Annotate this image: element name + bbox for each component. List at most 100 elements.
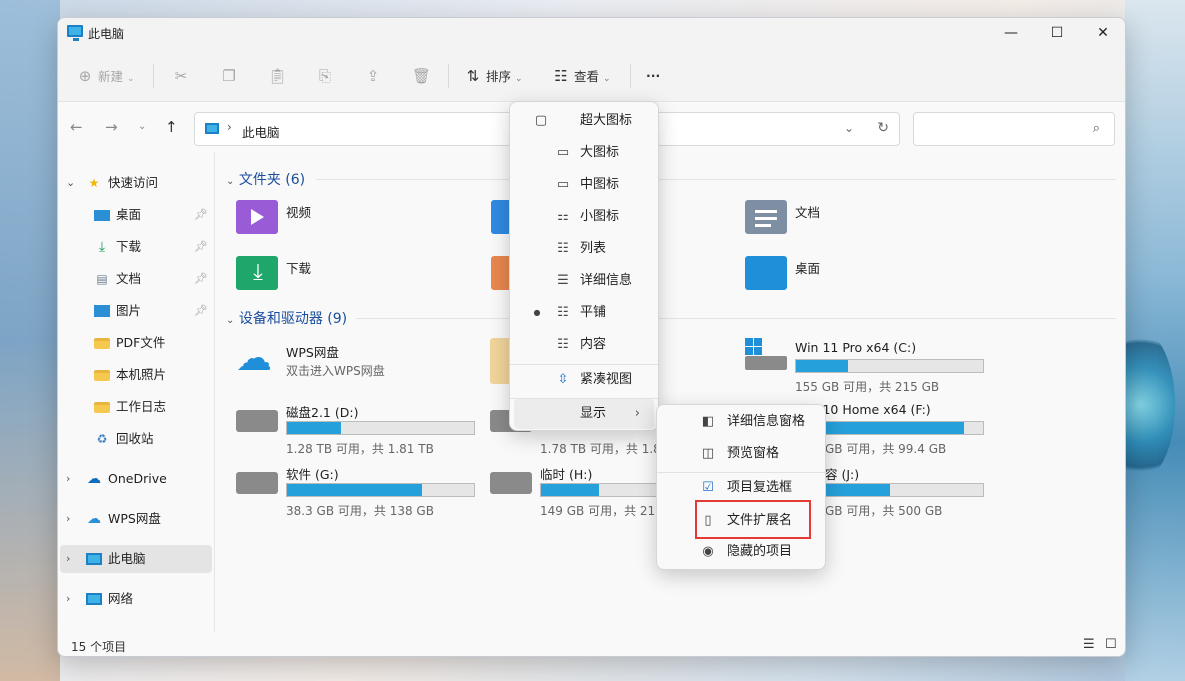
pin-icon[interactable]: 📌︎ <box>194 297 208 325</box>
sidebar-item-onedrive[interactable]: › ☁ OneDrive <box>58 465 214 493</box>
sidebar-item-documents[interactable]: ▤ 文档 📌︎ <box>58 265 214 293</box>
drive-tile-wps[interactable]: ☁ WPS网盘 双击进入WPS网盘 <box>236 338 476 390</box>
drive-free-space: 38.3 GB 可用，共 138 GB <box>286 504 434 518</box>
delete-button[interactable]: 🗑︎ <box>412 62 431 90</box>
chevron-right-icon[interactable]: › <box>66 585 70 613</box>
chevron-right-icon[interactable]: › <box>66 465 70 493</box>
sidebar-item-desktop[interactable]: 桌面 📌︎ <box>58 201 214 229</box>
sidebar-item-wps-drive[interactable]: › ☁ WPS网盘 <box>58 505 214 533</box>
drive-name: Win 11 Pro x64 (C:) <box>795 340 917 355</box>
chevron-down-icon[interactable]: ⌄ <box>844 121 854 135</box>
menu-item-label: 中图标 <box>580 177 620 192</box>
menu-item-compact-view[interactable]: ⇳ 紧凑视图 <box>514 365 654 395</box>
folder-tile-downloads[interactable]: ⤓ 下载 <box>236 256 436 308</box>
drive-tile-h[interactable]: 临时 (H:) 149 GB 可用，共 215 <box>490 462 670 518</box>
item-count: 15 个项目 <box>71 640 127 654</box>
folder-name: 桌面 <box>795 261 821 276</box>
chevron-down-icon[interactable]: ⌄ <box>226 315 234 326</box>
menu-item-small-icons[interactable]: ⚏ 小图标 <box>514 202 654 232</box>
drive-tile-d[interactable]: 磁盘2.1 (D:) 1.28 TB 可用，共 1.81 TB <box>236 400 496 456</box>
window-title: 此电脑 <box>88 27 125 41</box>
minimize-button[interactable]: — <box>988 18 1034 48</box>
menu-item-list[interactable]: ☷ 列表 <box>514 234 654 264</box>
sidebar-item-network[interactable]: › 网络 <box>58 585 214 613</box>
details-view-icon[interactable]: ☰ <box>1083 637 1095 652</box>
drive-tile-g[interactable]: 软件 (G:) 38.3 GB 可用，共 138 GB <box>236 462 496 518</box>
pin-icon[interactable]: 📌︎ <box>194 201 208 229</box>
close-button[interactable]: ✕ <box>1080 18 1125 48</box>
folders-section-header[interactable]: ⌄ 文件夹 (6) <box>226 169 305 189</box>
sidebar-item-label: 快速访问 <box>108 175 159 190</box>
sidebar-item-quick-access[interactable]: ⌄ ★ 快速访问 <box>58 169 214 197</box>
menu-item-details[interactable]: ☰ 详细信息 <box>514 266 654 296</box>
new-button[interactable]: ⊕ 新建 ⌄ <box>76 62 135 90</box>
menu-item-medium-icons[interactable]: ▭ 中图标 <box>514 170 654 200</box>
cut-button[interactable]: ✂ <box>172 62 190 90</box>
menu-item-details-pane[interactable]: ◧ 详细信息窗格 <box>661 407 821 437</box>
sidebar-item-label: 图片 <box>116 303 142 318</box>
copy-icon: ❐ <box>222 67 236 85</box>
scissors-icon: ✂ <box>174 67 188 85</box>
chevron-down-icon[interactable]: ⌄ <box>226 176 234 187</box>
star-icon: ★ <box>88 176 100 190</box>
pin-icon[interactable]: 📌︎ <box>194 265 208 293</box>
folder-tile-partial[interactable] <box>491 200 511 252</box>
refresh-icon[interactable]: ↻ <box>877 120 889 136</box>
menu-item-label: 大图标 <box>580 145 620 160</box>
more-button[interactable]: ··· <box>646 62 660 90</box>
sidebar-item-label: 文档 <box>116 271 142 286</box>
recent-chevron-icon[interactable]: ⌄ <box>138 121 146 132</box>
drives-section-header[interactable]: ⌄ 设备和驱动器 (9) <box>226 308 347 328</box>
this-pc-icon <box>205 123 219 134</box>
title-bar[interactable]: 此电脑 — ☐ ✕ <box>58 18 1125 50</box>
search-input[interactable]: ⌕ <box>913 112 1115 146</box>
folder-tile-partial[interactable] <box>491 256 511 308</box>
menu-item-checkboxes[interactable]: ☑ 项目复选框 <box>661 473 821 503</box>
forward-arrow-icon[interactable]: → <box>105 118 118 136</box>
back-arrow-icon[interactable]: ← <box>70 118 83 136</box>
wps-cloud-icon: ☁ <box>236 338 272 379</box>
sidebar-item-this-pc[interactable]: › 此电脑 <box>60 545 212 573</box>
rename-button[interactable]: ⎘ <box>316 62 334 90</box>
folder-tile-desktop[interactable]: 桌面 <box>745 256 945 308</box>
share-button[interactable]: ⇪ <box>364 62 382 90</box>
sidebar-item-pictures[interactable]: 图片 📌︎ <box>58 297 214 325</box>
pin-icon[interactable]: 📌︎ <box>194 233 208 261</box>
breadcrumb[interactable]: 此电脑 <box>242 122 280 141</box>
hard-drive-icon <box>236 472 278 494</box>
menu-item-content[interactable]: ☷ 内容 <box>514 330 654 360</box>
sort-icon: ⇅ <box>466 67 480 85</box>
sort-button[interactable]: ⇅ 排序 ⌄ <box>464 62 523 90</box>
paste-button[interactable]: 📋︎ <box>268 62 287 90</box>
copy-button[interactable]: ❐ <box>220 62 238 90</box>
tiles-view-icon[interactable]: ☐ <box>1105 637 1117 652</box>
sidebar-item-work-log[interactable]: 工作日志 <box>58 393 214 421</box>
chevron-down-icon[interactable]: ⌄ <box>66 169 75 197</box>
menu-item-tiles[interactable]: ● ☷ 平铺 <box>514 298 654 328</box>
sidebar-item-downloads[interactable]: ⤓ 下载 📌︎ <box>58 233 214 261</box>
drive-name: 临时 (H:) <box>540 467 593 482</box>
drive-usage-bar <box>540 483 670 497</box>
menu-item-extra-large-icons[interactable]: ▢ 超大图标 <box>514 106 654 136</box>
large-icons-icon: ▭ <box>556 145 570 160</box>
maximize-button[interactable]: ☐ <box>1034 18 1080 48</box>
view-button[interactable]: ☷ 查看 ⌄ <box>552 62 610 90</box>
up-arrow-icon[interactable]: ↑ <box>165 118 178 136</box>
menu-item-preview-pane[interactable]: ◫ 预览窗格 <box>661 439 821 469</box>
chevron-right-icon[interactable]: › <box>66 505 70 533</box>
menu-item-hidden-items[interactable]: ◉ 隐藏的项目 <box>661 537 821 567</box>
sidebar-item-local-photos[interactable]: 本机照片 <box>58 361 214 389</box>
divider <box>153 64 154 88</box>
chevron-right-icon[interactable]: › <box>66 545 70 573</box>
sidebar-item-recycle-bin[interactable]: ♻ 回收站 <box>58 425 214 453</box>
menu-item-show[interactable]: 显示 › <box>514 399 654 429</box>
folder-tile-documents[interactable]: 文档 <box>745 200 945 252</box>
sidebar-item-pdf[interactable]: PDF文件 <box>58 329 214 357</box>
chevron-right-icon[interactable]: › <box>227 120 232 134</box>
folder-tile-videos[interactable]: 视频 <box>236 200 436 252</box>
hard-drive-icon <box>236 410 278 432</box>
menu-item-large-icons[interactable]: ▭ 大图标 <box>514 138 654 168</box>
drive-tile-c[interactable]: Win 11 Pro x64 (C:) 155 GB 可用，共 215 GB <box>745 338 1005 394</box>
sort-label: 排序 <box>485 69 511 84</box>
divider <box>316 179 1116 180</box>
